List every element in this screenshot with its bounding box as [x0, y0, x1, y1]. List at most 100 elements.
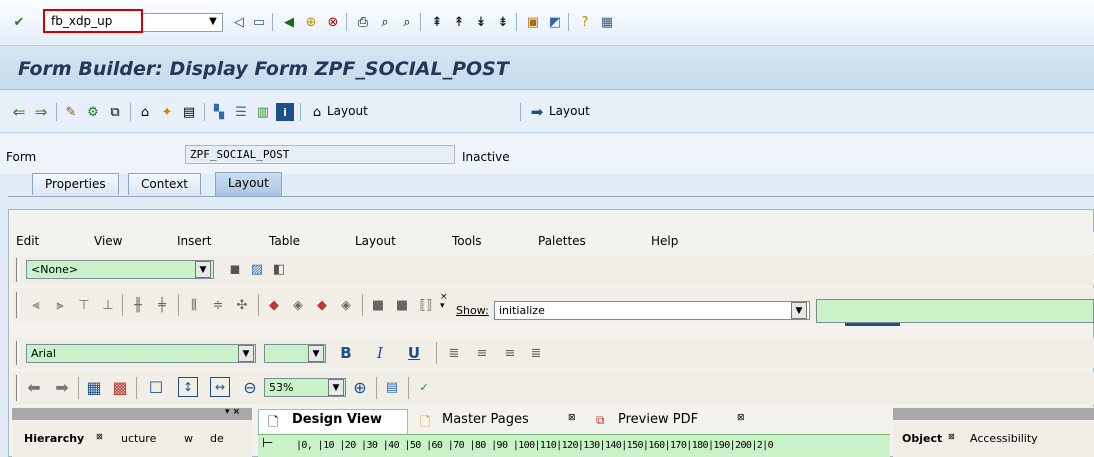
apply-style-icon[interactable]: ▨ — [247, 259, 267, 279]
fit-page-icon[interactable]: ☐ — [146, 377, 166, 397]
align-text-right-icon[interactable]: ≡ — [500, 343, 520, 363]
menu-help[interactable]: Help — [651, 234, 678, 248]
forward-arrow-icon[interactable]: ⇒ — [32, 103, 50, 121]
edit-style-icon[interactable]: ◧ — [269, 259, 289, 279]
fit-width-icon[interactable]: ↔ — [210, 377, 230, 397]
tab-context[interactable]: Context — [128, 173, 202, 195]
grid-icon[interactable]: ▦ — [84, 377, 104, 397]
toolbar-grip[interactable] — [16, 292, 19, 318]
toolbar-grip[interactable] — [16, 341, 19, 365]
align-vcenter-icon[interactable]: ╫ — [128, 295, 148, 315]
align-right-icon[interactable]: ⫸ — [50, 295, 70, 315]
italic-icon[interactable]: I — [370, 343, 390, 363]
same-size-icon[interactable]: ⟦⟧ — [416, 295, 436, 315]
layout-button-label[interactable]: Layout — [327, 104, 368, 118]
toolbar-grip[interactable] — [16, 258, 19, 282]
next-page-icon[interactable]: ↡ — [472, 12, 490, 32]
check-icon[interactable]: ⧉ — [106, 103, 124, 121]
help-icon[interactable]: ? — [576, 12, 594, 32]
find-next-icon[interactable]: ⌕ — [398, 12, 416, 32]
panel-close-icon[interactable]: ▾ × — [225, 407, 240, 417]
align-hcenter-icon[interactable]: ╪ — [152, 295, 172, 315]
distribute-h-icon[interactable]: ⫼ — [184, 295, 204, 315]
menu-palettes[interactable]: Palettes — [538, 234, 586, 248]
pin-icon[interactable]: ✦ — [158, 103, 176, 121]
command-field[interactable]: fb_xdp_up — [43, 9, 143, 33]
menu-insert[interactable]: Insert — [177, 234, 211, 248]
font-dropdown-icon[interactable]: ▼ — [238, 345, 254, 362]
check-script-icon[interactable]: ▤ — [382, 377, 402, 397]
underline-icon[interactable]: U — [404, 343, 424, 363]
same-height-icon[interactable]: ■ — [392, 295, 412, 315]
print-icon[interactable]: ⎙ — [354, 12, 372, 32]
find-icon[interactable]: ⌕ — [376, 12, 394, 32]
panel-tab-object[interactable]: Object — [902, 432, 942, 445]
show-dropdown-icon[interactable]: ▼ — [791, 302, 807, 319]
zoom-in-icon[interactable]: ⊕ — [350, 377, 370, 397]
master-pages-close-icon[interactable]: ⊠ — [568, 413, 576, 423]
panel-tab-de[interactable]: de — [210, 432, 224, 445]
align-text-left-icon[interactable]: ≣ — [444, 343, 464, 363]
preview-pdf-close-icon[interactable]: ⊠ — [737, 413, 745, 423]
align-top-icon[interactable]: ⊤ — [74, 295, 94, 315]
layout-icon[interactable]: ⌂ — [308, 103, 326, 121]
undo-icon[interactable]: ⬅ — [24, 377, 44, 397]
spell-check-icon[interactable]: ✓ — [414, 377, 434, 397]
back-arrow-icon[interactable]: ⇐ — [10, 103, 28, 121]
menu-table[interactable]: Table — [269, 234, 300, 248]
zoom-dropdown-icon[interactable]: ▼ — [328, 379, 344, 396]
table-icon[interactable]: ▥ — [254, 103, 272, 121]
customize-icon[interactable]: ▦ — [598, 12, 616, 32]
redo-icon[interactable]: ➡ — [52, 377, 72, 397]
command-history-dropdown-icon[interactable]: ▼ — [205, 14, 221, 30]
bring-forward-icon[interactable]: ◈ — [288, 295, 308, 315]
align-bottom-icon[interactable]: ⊥ — [98, 295, 118, 315]
justify-icon[interactable]: ≣ — [526, 343, 546, 363]
exit-icon[interactable]: ⊕ — [302, 12, 320, 32]
structure-icon[interactable]: ▚ — [210, 103, 228, 121]
menu-edit[interactable]: Edit — [16, 234, 39, 248]
activate-icon[interactable]: ⚙ — [84, 103, 102, 121]
list-icon[interactable]: ☰ — [232, 103, 250, 121]
object-tab-close-icon[interactable]: ⊠ — [948, 432, 955, 441]
tab-properties[interactable]: Properties — [32, 173, 119, 195]
tab-layout[interactable]: Layout — [215, 172, 282, 196]
cancel-icon[interactable]: ⊗ — [324, 12, 342, 32]
style-dropdown-icon[interactable]: ▼ — [195, 261, 211, 278]
send-back-icon[interactable]: ◈ — [336, 295, 356, 315]
new-style-icon[interactable]: ◼ — [225, 259, 245, 279]
send-backward-icon[interactable]: ◆ — [312, 295, 332, 315]
display-icon[interactable]: ▤ — [180, 103, 198, 121]
menu-tools[interactable]: Tools — [452, 234, 482, 248]
toolbar-overflow-icon[interactable]: × ▾ — [440, 293, 448, 311]
edit-icon[interactable]: ✎ — [62, 103, 80, 121]
show-combo[interactable]: initialize — [494, 301, 810, 320]
panel-tab-close-icon[interactable]: ⊠ — [96, 432, 103, 441]
snap-grid-icon[interactable]: ▩ — [110, 377, 130, 397]
last-page-icon[interactable]: ⇟ — [494, 12, 512, 32]
panel-tab-w[interactable]: w — [184, 432, 193, 445]
bold-icon[interactable]: B — [336, 343, 356, 363]
shortcut-icon[interactable]: ◩ — [546, 12, 564, 32]
goto-layout-arrow-icon[interactable]: ➡ — [528, 103, 546, 121]
enter-icon[interactable]: ✔ — [9, 12, 29, 32]
hierarchy-icon[interactable]: ⌂ — [136, 103, 154, 121]
back-icon[interactable]: ◁ — [230, 12, 248, 32]
toolbar-grip[interactable] — [16, 375, 19, 401]
prev-page-icon[interactable]: ↟ — [450, 12, 468, 32]
bring-front-icon[interactable]: ◆ — [264, 295, 284, 315]
script-editor-field[interactable] — [816, 299, 1094, 323]
panel-tab-structure[interactable]: ucture — [121, 432, 156, 445]
style-combo[interactable]: <None> — [26, 260, 214, 279]
font-combo[interactable]: Arial — [26, 344, 256, 363]
save-icon[interactable]: ▭ — [250, 12, 268, 32]
align-text-center-icon[interactable]: ≡ — [472, 343, 492, 363]
panel-tab-accessibility[interactable]: Accessibility — [970, 432, 1038, 445]
info-icon[interactable]: i — [276, 103, 294, 121]
menu-layout[interactable]: Layout — [355, 234, 396, 248]
first-page-icon[interactable]: ⇞ — [428, 12, 446, 32]
zoom-out-icon[interactable]: ⊖ — [240, 377, 260, 397]
new-session-icon[interactable]: ▣ — [524, 12, 542, 32]
same-width-icon[interactable]: ■ — [368, 295, 388, 315]
center-page-icon[interactable]: ✣ — [232, 295, 252, 315]
